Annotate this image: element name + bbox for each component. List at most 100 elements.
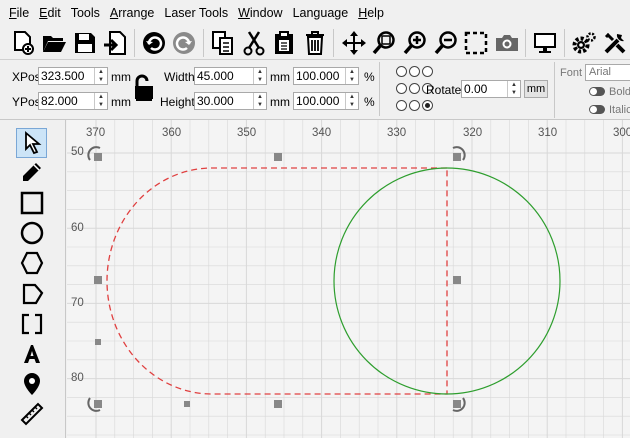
delete-button[interactable] bbox=[300, 27, 331, 58]
ypos-input[interactable] bbox=[39, 93, 94, 109]
design-canvas[interactable]: 370 360 350 340 330 320 310 300 50 60 70… bbox=[67, 120, 630, 438]
anchor-top-center[interactable] bbox=[409, 66, 420, 77]
italic-toggle[interactable] bbox=[589, 105, 605, 114]
settings-button[interactable] bbox=[569, 27, 600, 58]
units-toggle-button[interactable]: mm bbox=[524, 80, 548, 98]
pentagon-tool-button[interactable] bbox=[16, 279, 47, 309]
height-spinbox[interactable]: ▲▼ bbox=[194, 92, 267, 110]
width-spinbox[interactable]: ▲▼ bbox=[194, 67, 267, 85]
menu-language[interactable]: Language bbox=[288, 0, 354, 26]
x-tick-label: 310 bbox=[538, 127, 558, 139]
polygon-tool-icon bbox=[20, 251, 43, 275]
anchor-top-right[interactable] bbox=[422, 66, 433, 77]
ellipse-tool-button[interactable] bbox=[16, 218, 47, 248]
rotate-spinbox[interactable]: ▲▼ bbox=[461, 80, 521, 98]
font-label: Font bbox=[560, 67, 583, 79]
width-input[interactable] bbox=[195, 68, 253, 84]
bold-toggle[interactable] bbox=[589, 87, 605, 96]
text-tool-icon bbox=[23, 345, 40, 363]
y-tick-label: 50 bbox=[71, 146, 84, 158]
open-folder-icon bbox=[42, 35, 66, 52]
rectangle-tool-button[interactable] bbox=[16, 188, 47, 218]
ypos-spinbox[interactable]: ▲▼ bbox=[38, 92, 108, 110]
width-label: Width bbox=[164, 70, 195, 84]
measure-tool-icon bbox=[20, 402, 43, 426]
undo-button[interactable] bbox=[139, 27, 170, 58]
anchor-top-left[interactable] bbox=[396, 66, 407, 77]
bold-label: Bold bbox=[609, 86, 630, 98]
font-select[interactable]: Arial bbox=[585, 64, 630, 81]
monitor-icon bbox=[534, 32, 557, 53]
canvas-scene bbox=[67, 120, 630, 438]
zoom-selection-icon bbox=[372, 30, 396, 54]
paste-icon bbox=[275, 30, 294, 54]
xpos-input[interactable] bbox=[39, 68, 94, 84]
divider bbox=[379, 62, 380, 116]
horizontal-ruler: 370 360 350 340 330 320 310 300 bbox=[67, 120, 630, 146]
scale-height-spinbox[interactable]: ▲▼ bbox=[293, 92, 359, 110]
menubar: File Edit Tools Arrange Laser Tools Wind… bbox=[0, 0, 630, 26]
scale-height-input[interactable] bbox=[294, 93, 345, 109]
paste-button[interactable] bbox=[269, 27, 300, 58]
height-unit: mm bbox=[270, 95, 290, 109]
anchor-bottom-center[interactable] bbox=[409, 100, 420, 111]
resize-handle[interactable] bbox=[453, 153, 461, 161]
zoom-out-button[interactable] bbox=[430, 27, 461, 58]
zoom-fit-button[interactable] bbox=[461, 27, 492, 58]
menu-arrange[interactable]: Arrange bbox=[105, 0, 159, 26]
toolbar-separator bbox=[563, 28, 568, 57]
resize-handle[interactable] bbox=[274, 153, 282, 161]
copy-button[interactable] bbox=[208, 27, 239, 58]
new-file-button[interactable] bbox=[8, 27, 39, 58]
scale-width-input[interactable] bbox=[294, 68, 345, 84]
save-button[interactable] bbox=[69, 27, 100, 58]
measure-tool-button[interactable] bbox=[16, 399, 47, 429]
zoom-selection-button[interactable] bbox=[369, 27, 400, 58]
menu-tools[interactable]: Tools bbox=[66, 0, 105, 26]
new-file-icon bbox=[14, 30, 35, 55]
save-icon bbox=[74, 32, 95, 53]
monitor-button[interactable] bbox=[530, 27, 561, 58]
rectangle-tool-icon bbox=[20, 191, 43, 215]
delete-icon bbox=[306, 30, 325, 55]
scale-width-spinbox[interactable]: ▲▼ bbox=[293, 67, 359, 85]
toolbar-separator bbox=[133, 28, 138, 57]
resize-handle[interactable] bbox=[184, 401, 190, 407]
redo-button[interactable] bbox=[169, 27, 200, 58]
frame-tool-button[interactable] bbox=[16, 309, 47, 339]
cut-button[interactable] bbox=[238, 27, 269, 58]
zoom-in-button[interactable] bbox=[400, 27, 431, 58]
camera-button[interactable] bbox=[492, 27, 523, 58]
move-button[interactable] bbox=[338, 27, 369, 58]
import-button[interactable] bbox=[100, 27, 131, 58]
anchor-bottom-left[interactable] bbox=[396, 100, 407, 111]
machine-settings-icon bbox=[604, 32, 626, 53]
polygon-tool-button[interactable] bbox=[16, 248, 47, 278]
menu-edit[interactable]: Edit bbox=[34, 0, 66, 26]
position-tool-button[interactable] bbox=[16, 369, 47, 399]
resize-handle[interactable] bbox=[274, 400, 282, 408]
main-toolbar bbox=[0, 26, 630, 60]
rotate-label: Rotate bbox=[426, 83, 462, 97]
text-tool-button[interactable] bbox=[16, 339, 47, 369]
anchor-center[interactable] bbox=[409, 83, 420, 94]
anchor-middle-left[interactable] bbox=[396, 83, 407, 94]
import-icon bbox=[104, 30, 127, 55]
xpos-spinbox[interactable]: ▲▼ bbox=[38, 67, 108, 85]
menu-help[interactable]: Help bbox=[353, 0, 389, 26]
position-tool-icon bbox=[23, 373, 40, 395]
anchor-point-grid bbox=[394, 64, 433, 114]
open-file-button[interactable] bbox=[39, 27, 70, 58]
pencil-tool-button[interactable] bbox=[16, 158, 47, 188]
menu-window[interactable]: Window bbox=[233, 0, 287, 26]
menu-laser-tools[interactable]: Laser Tools bbox=[159, 0, 233, 26]
anchor-bottom-right[interactable] bbox=[422, 100, 433, 111]
menu-file[interactable]: File bbox=[4, 0, 34, 26]
rotate-input[interactable] bbox=[462, 81, 507, 97]
resize-handle[interactable] bbox=[453, 276, 461, 284]
height-input[interactable] bbox=[195, 93, 253, 109]
lock-ratio-button[interactable] bbox=[133, 74, 155, 102]
resize-handle[interactable] bbox=[453, 400, 461, 408]
select-tool-button[interactable] bbox=[16, 128, 47, 158]
machine-settings-button[interactable] bbox=[599, 27, 630, 58]
